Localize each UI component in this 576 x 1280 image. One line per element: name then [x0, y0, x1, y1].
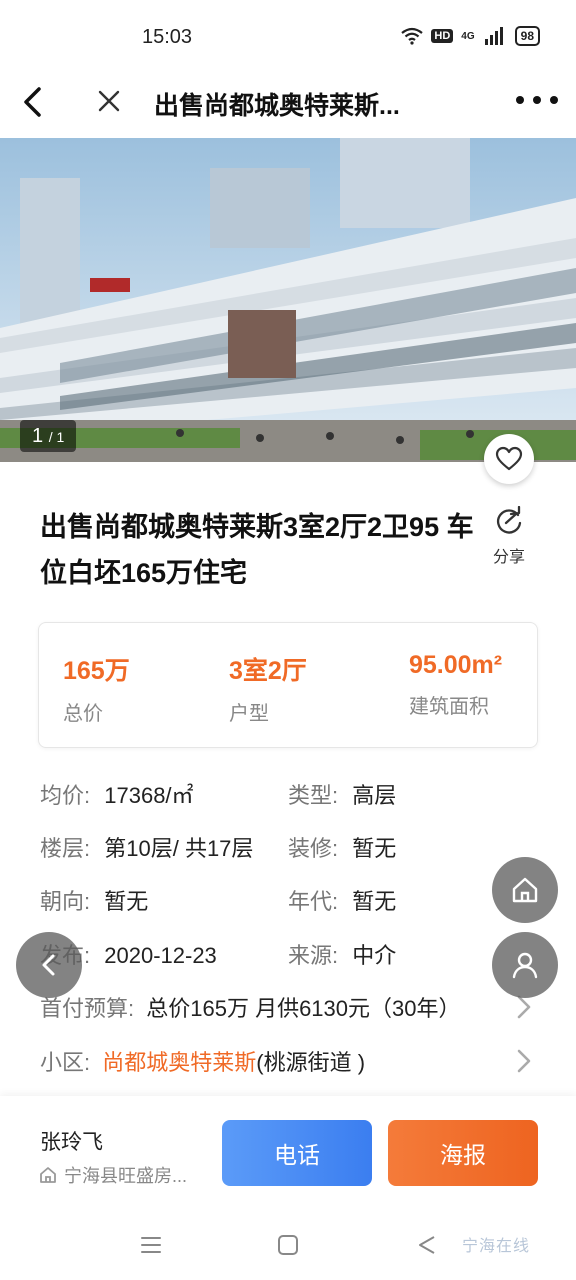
- publish-value: 2020-12-23: [104, 943, 217, 968]
- status-bar: 15:03 HD 4G 98: [0, 0, 576, 72]
- close-icon: [98, 90, 120, 112]
- total-price-stat: 165万 总价: [63, 651, 130, 726]
- contact-bar: 张玲飞 宁海县旺盛房... 电话 海报: [0, 1096, 576, 1212]
- share-label: 分享: [492, 549, 525, 566]
- network-type: 4G: [461, 30, 475, 42]
- status-icons: HD 4G 98: [401, 26, 540, 46]
- type-value: 高层: [352, 783, 397, 808]
- home-icon: [512, 877, 538, 903]
- profile-button[interactable]: [492, 932, 558, 998]
- image-counter: 1 / 1: [20, 420, 77, 452]
- more-menu-button[interactable]: [516, 88, 558, 112]
- avg-price-key: 均价:: [40, 783, 91, 808]
- layout-stat: 3室2厅 户型: [229, 651, 307, 726]
- down-payment-value: 总价165万 月供6130元（30年）: [146, 996, 461, 1021]
- type-row: 类型: 高层: [288, 778, 396, 810]
- agent-company-name: 宁海县旺盛房...: [64, 1166, 188, 1186]
- year-value: 暂无: [352, 889, 397, 914]
- share-button[interactable]: 分享: [486, 505, 532, 567]
- community-street: (桃源街道 ): [256, 1050, 366, 1075]
- chevron-right-icon[interactable]: [514, 1047, 534, 1075]
- floor-row: 楼层: 第10层/ 共17层: [40, 831, 253, 863]
- poster-button[interactable]: 海报: [388, 1120, 538, 1186]
- more-dot-icon: [533, 96, 541, 104]
- back-button[interactable]: [14, 82, 54, 122]
- agent-company: 宁海县旺盛房...: [38, 1162, 187, 1188]
- down-payment-key: 首付预算:: [40, 996, 135, 1021]
- image-total: / 1: [48, 429, 65, 445]
- back-nav-icon[interactable]: [414, 1232, 440, 1258]
- image-index: 1: [32, 425, 44, 447]
- status-time: 15:03: [142, 26, 193, 48]
- floor-value: 第10层/ 共17层: [104, 836, 254, 861]
- heart-icon: [495, 446, 523, 471]
- community-link[interactable]: 尚都城奥特莱斯: [102, 1050, 256, 1075]
- down-payment-row[interactable]: 首付预算: 总价165万 月供6130元（30年）: [40, 991, 460, 1023]
- chevron-left-icon: [42, 954, 55, 976]
- listing-title: 出售尚都城奥特莱斯3室2厅2卫95 车位白坯165万住宅: [40, 512, 474, 588]
- home-nav-icon[interactable]: [275, 1232, 301, 1258]
- chevron-left-icon: [24, 87, 41, 117]
- watermark: 宁海在线: [462, 1238, 531, 1255]
- year-key: 年代:: [288, 889, 339, 914]
- store-icon: [40, 1167, 56, 1183]
- agent-name: 张玲飞: [40, 1131, 103, 1154]
- source-value: 中介: [352, 943, 397, 968]
- more-dot-icon: [550, 96, 558, 104]
- decoration-key: 装修:: [288, 836, 339, 861]
- total-price-label: 总价: [63, 703, 103, 725]
- orientation-value: 暂无: [104, 889, 149, 914]
- area-stat: 95.00m² 建筑面积: [409, 651, 502, 719]
- share-icon: [496, 505, 522, 534]
- floor-key: 楼层:: [40, 836, 91, 861]
- decoration-row: 装修: 暂无: [288, 831, 396, 863]
- battery-indicator: 98: [514, 26, 540, 46]
- page-title: 出售尚都城奥特莱斯...: [154, 92, 400, 120]
- building-illustration: [0, 138, 576, 462]
- decoration-value: 暂无: [352, 836, 397, 861]
- recent-apps-icon[interactable]: [138, 1232, 164, 1258]
- area-label: 建筑面积: [409, 696, 489, 718]
- listing-photo[interactable]: [0, 138, 576, 462]
- hd-badge: HD: [431, 29, 454, 43]
- source-row: 来源: 中介: [288, 938, 396, 970]
- community-row[interactable]: 小区: 尚都城奥特莱斯(桃源街道 ): [40, 1045, 365, 1077]
- more-dot-icon: [516, 96, 524, 104]
- avg-price-row: 均价: 17368/㎡: [40, 778, 194, 810]
- summary-card: 165万 总价 3室2厅 户型 95.00m² 建筑面积: [38, 622, 538, 748]
- total-price-value: 165万: [63, 657, 130, 685]
- wifi-icon: [401, 27, 424, 45]
- orientation-row: 朝向: 暂无: [40, 884, 148, 916]
- user-icon: [512, 952, 538, 979]
- year-row: 年代: 暂无: [288, 884, 396, 916]
- orientation-key: 朝向:: [40, 889, 91, 914]
- header: 出售尚都城奥特莱斯...: [0, 72, 576, 136]
- favorite-button[interactable]: [484, 434, 534, 484]
- call-button[interactable]: 电话: [222, 1120, 372, 1186]
- avg-price-value: 17368/㎡: [104, 783, 194, 808]
- layout-label: 户型: [229, 703, 269, 725]
- area-value: 95.00m²: [409, 651, 503, 679]
- floating-back-button[interactable]: [16, 932, 82, 998]
- type-key: 类型:: [288, 783, 339, 808]
- source-key: 来源:: [288, 943, 339, 968]
- layout-value: 3室2厅: [229, 657, 307, 685]
- signal-icon: [484, 27, 503, 45]
- community-key: 小区:: [40, 1050, 91, 1075]
- close-button[interactable]: [92, 84, 126, 118]
- home-button[interactable]: [492, 857, 558, 923]
